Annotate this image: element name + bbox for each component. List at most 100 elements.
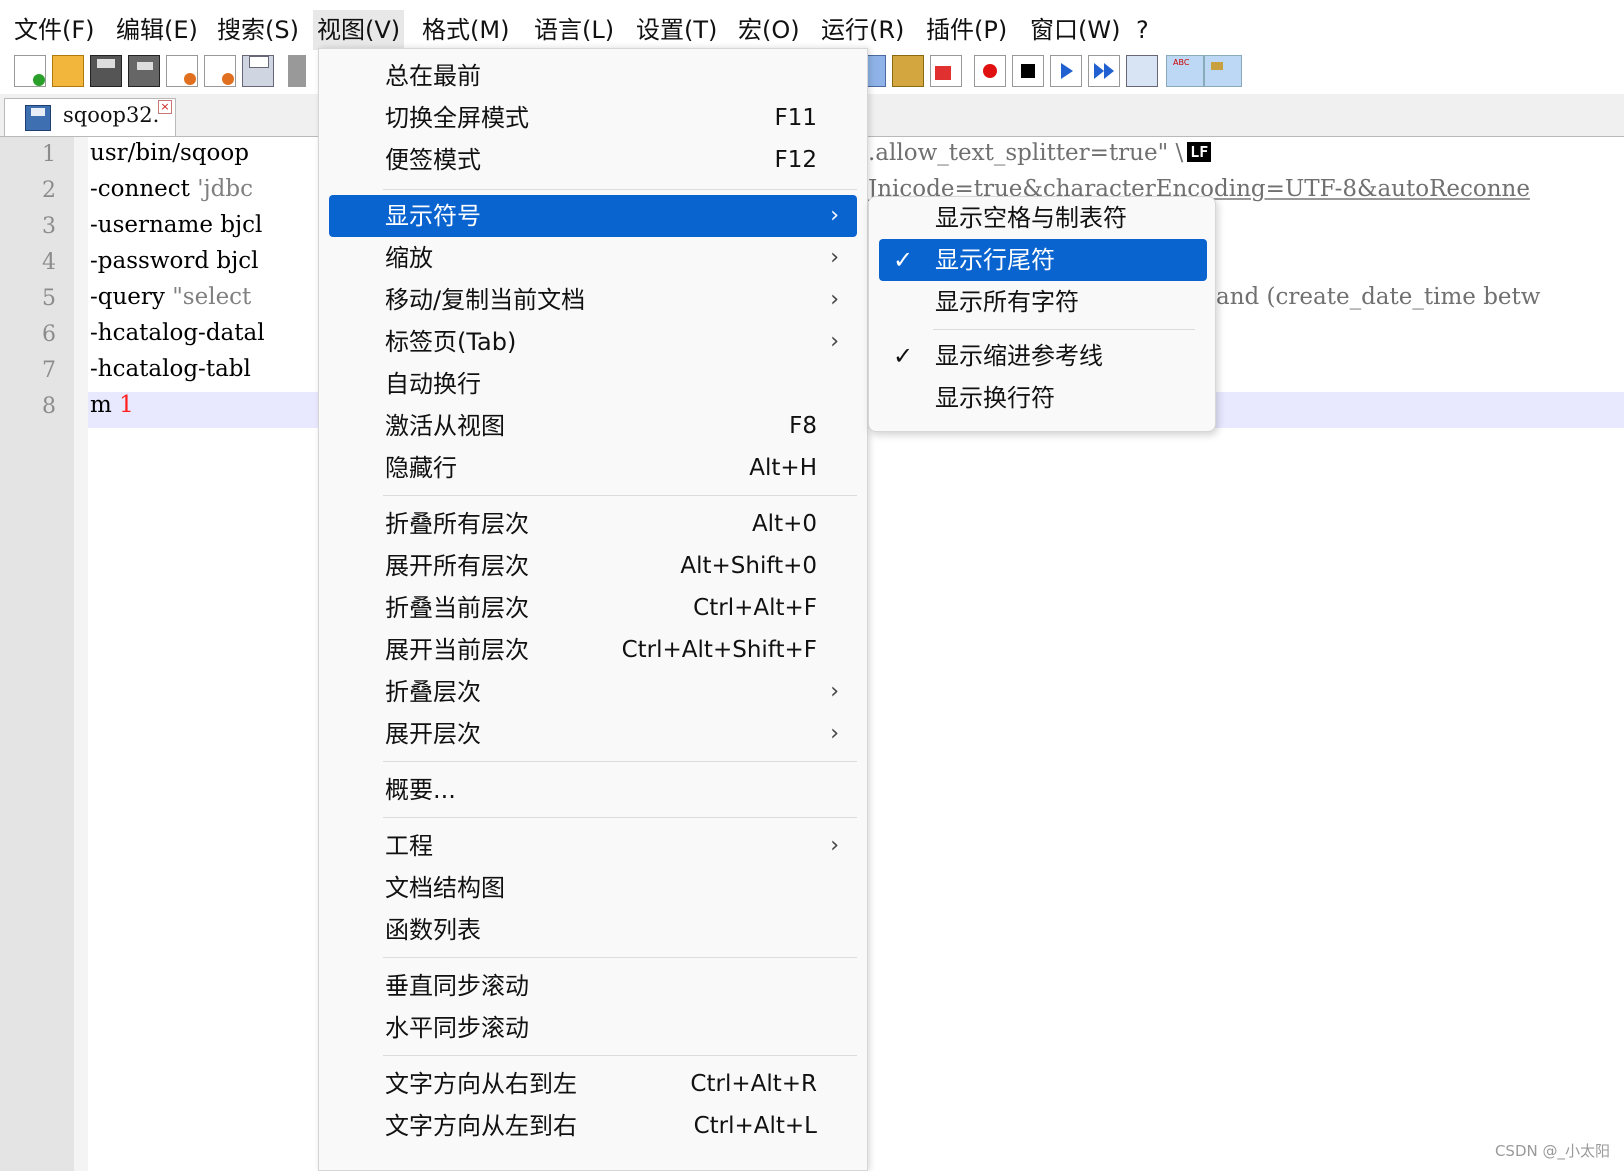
open-folder-icon[interactable] bbox=[52, 55, 84, 87]
submenu-arrow-icon: › bbox=[830, 833, 839, 858]
menu-run[interactable]: 运行(R) bbox=[817, 10, 908, 50]
new-file-icon[interactable] bbox=[14, 55, 46, 87]
menu-item-rtl[interactable]: 文字方向从右到左 Ctrl+Alt+R bbox=[329, 1063, 857, 1105]
line-number: 6 bbox=[42, 322, 56, 347]
menu-window[interactable]: 窗口(W) bbox=[1026, 10, 1124, 50]
menu-item-summary[interactable]: 概要... bbox=[329, 769, 857, 811]
menu-file[interactable]: 文件(F) bbox=[10, 10, 99, 50]
menu-item-project[interactable]: 工程 › bbox=[329, 825, 857, 867]
menu-edit[interactable]: 编辑(E) bbox=[112, 10, 202, 50]
code-line[interactable]: -hcatalog-tabl bbox=[90, 356, 251, 382]
menu-item-word-wrap[interactable]: 自动换行 bbox=[329, 363, 857, 405]
print-icon[interactable] bbox=[242, 55, 274, 87]
spellcheck-icon[interactable]: ABC bbox=[1166, 55, 1204, 87]
menu-item-fullscreen[interactable]: 切换全屏模式 F11 bbox=[329, 97, 857, 139]
line-number: 3 bbox=[42, 214, 56, 239]
menu-item-show-whitespace[interactable]: 显示空格与制表符 bbox=[879, 197, 1207, 239]
menu-format[interactable]: 格式(M) bbox=[418, 10, 513, 50]
menu-item-fold-level[interactable]: 折叠层次 › bbox=[329, 671, 857, 713]
fold-margin[interactable] bbox=[74, 137, 88, 1171]
submenu-arrow-icon: › bbox=[830, 203, 839, 228]
code-line[interactable]: -username bjcl bbox=[90, 212, 262, 238]
submenu-arrow-icon: › bbox=[830, 245, 839, 270]
menu-separator bbox=[383, 1055, 857, 1056]
play-macro-icon[interactable] bbox=[1050, 55, 1082, 87]
menu-item-sync-vertical[interactable]: 垂直同步滚动 bbox=[329, 965, 857, 1007]
menu-search[interactable]: 搜索(S) bbox=[213, 10, 303, 50]
run-macro-multiple-icon[interactable] bbox=[1088, 55, 1120, 87]
view-menu-dropdown: 总在最前 切换全屏模式 F11 便签模式 F12 显示符号 › 缩放 › 移动/复制当前… bbox=[318, 48, 868, 1171]
line-number: 2 bbox=[42, 178, 56, 203]
submenu-arrow-icon: › bbox=[830, 329, 839, 354]
check-icon: ✓ bbox=[893, 342, 914, 370]
menu-item-fold-current[interactable]: 折叠当前层次 Ctrl+Alt+F bbox=[329, 587, 857, 629]
menu-item-show-symbol[interactable]: 显示符号 › bbox=[329, 195, 857, 237]
menu-item-show-wrap-symbol[interactable]: 显示换行符 bbox=[879, 377, 1207, 419]
save-macro-icon[interactable] bbox=[1126, 55, 1158, 87]
code-line-1-right[interactable]: .allow_text_splitter=true" \ LF bbox=[868, 140, 1212, 166]
menu-item-sync-horizontal[interactable]: 水平同步滚动 bbox=[329, 1007, 857, 1049]
menu-item-move-clone[interactable]: 移动/复制当前文档 › bbox=[329, 279, 857, 321]
code-line-5-right[interactable]: and (create_date_time betw bbox=[1216, 284, 1540, 310]
menu-item-show-eol[interactable]: ✓ 显示行尾符 bbox=[879, 239, 1207, 281]
menu-macro[interactable]: 宏(O) bbox=[734, 10, 804, 50]
save-icon[interactable] bbox=[90, 55, 122, 87]
close-all-icon[interactable] bbox=[204, 55, 236, 87]
code-line[interactable]: -password bjcl bbox=[90, 248, 258, 274]
tab-label: sqoop32. bbox=[63, 103, 160, 127]
menu-item-unfold-current[interactable]: 展开当前层次 Ctrl+Alt+Shift+F bbox=[329, 629, 857, 671]
menu-separator bbox=[933, 329, 1195, 330]
menu-item-tab[interactable]: 标签页(Tab) › bbox=[329, 321, 857, 363]
code-line[interactable]: -connect 'jdbc bbox=[90, 176, 253, 202]
save-all-icon[interactable] bbox=[128, 55, 160, 87]
code-line[interactable]: usr/bin/sqoop bbox=[90, 140, 249, 166]
menu-item-unfold-all[interactable]: 展开所有层次 Alt+Shift+0 bbox=[329, 545, 857, 587]
menu-item-focus-other-view[interactable]: 激活从视图 F8 bbox=[329, 405, 857, 447]
submenu-arrow-icon: › bbox=[830, 287, 839, 312]
stop-macro-icon[interactable] bbox=[1012, 55, 1044, 87]
record-macro-icon[interactable] bbox=[974, 55, 1006, 87]
code-line[interactable]: -hcatalog-datal bbox=[90, 320, 265, 346]
watermark: CSDN @_小太阳 bbox=[1494, 1142, 1610, 1160]
plugin-toolbar-icon[interactable] bbox=[1204, 55, 1242, 87]
code-line[interactable]: -query "select bbox=[90, 284, 251, 310]
menu-item-document-map[interactable]: 文档结构图 bbox=[329, 867, 857, 909]
show-symbol-submenu: 显示空格与制表符 ✓ 显示行尾符 显示所有字符 ✓ 显示缩进参考线 显示换行符 bbox=[868, 196, 1216, 432]
menu-separator bbox=[383, 189, 857, 190]
menu-item-always-on-top[interactable]: 总在最前 bbox=[329, 55, 857, 97]
menu-item-zoom[interactable]: 缩放 › bbox=[329, 237, 857, 279]
menu-settings[interactable]: 设置(T) bbox=[632, 10, 721, 50]
check-icon: ✓ bbox=[893, 246, 914, 274]
close-file-icon[interactable] bbox=[166, 55, 198, 87]
menu-separator bbox=[383, 817, 857, 818]
tab-close-icon[interactable]: × bbox=[158, 100, 172, 114]
code-line[interactable]: m 1 bbox=[90, 392, 134, 418]
menu-item-show-all-chars[interactable]: 显示所有字符 bbox=[879, 281, 1207, 323]
submenu-arrow-icon: › bbox=[830, 721, 839, 746]
menu-language[interactable]: 语言(L) bbox=[530, 10, 618, 50]
submenu-arrow-icon: › bbox=[830, 679, 839, 704]
menu-bar: 文件(F) 编辑(E) 搜索(S) 视图(V) 格式(M) 语言(L) 设置(T… bbox=[0, 0, 1624, 53]
menu-plugins[interactable]: 插件(P) bbox=[922, 10, 1011, 50]
menu-item-ltr[interactable]: 文字方向从左到右 Ctrl+Alt+L bbox=[329, 1105, 857, 1147]
line-number: 5 bbox=[42, 286, 56, 311]
menu-item-postit[interactable]: 便签模式 F12 bbox=[329, 139, 857, 181]
menu-help[interactable]: ? bbox=[1132, 10, 1153, 50]
menu-item-fold-all[interactable]: 折叠所有层次 Alt+0 bbox=[329, 503, 857, 545]
menu-separator bbox=[383, 761, 857, 762]
menu-view[interactable]: 视图(V) bbox=[313, 10, 405, 50]
menu-separator bbox=[383, 495, 857, 496]
menu-item-hide-lines[interactable]: 隐藏行 Alt+H bbox=[329, 447, 857, 489]
function-list-icon[interactable] bbox=[892, 55, 924, 87]
menu-item-unfold-level[interactable]: 展开层次 › bbox=[329, 713, 857, 755]
folder-workspace-icon[interactable] bbox=[930, 55, 962, 87]
line-number: 8 bbox=[42, 394, 56, 419]
menu-item-show-indent-guide[interactable]: ✓ 显示缩进参考线 bbox=[879, 335, 1207, 377]
line-number-gutter: 1 2 3 4 5 6 7 8 bbox=[0, 137, 74, 1171]
line-number: 4 bbox=[42, 250, 56, 275]
document-tab[interactable]: sqoop32. × bbox=[4, 98, 176, 136]
menu-separator bbox=[383, 957, 857, 958]
menu-item-function-list[interactable]: 函数列表 bbox=[329, 909, 857, 951]
saved-file-icon bbox=[25, 105, 51, 131]
cut-icon[interactable] bbox=[288, 55, 306, 87]
